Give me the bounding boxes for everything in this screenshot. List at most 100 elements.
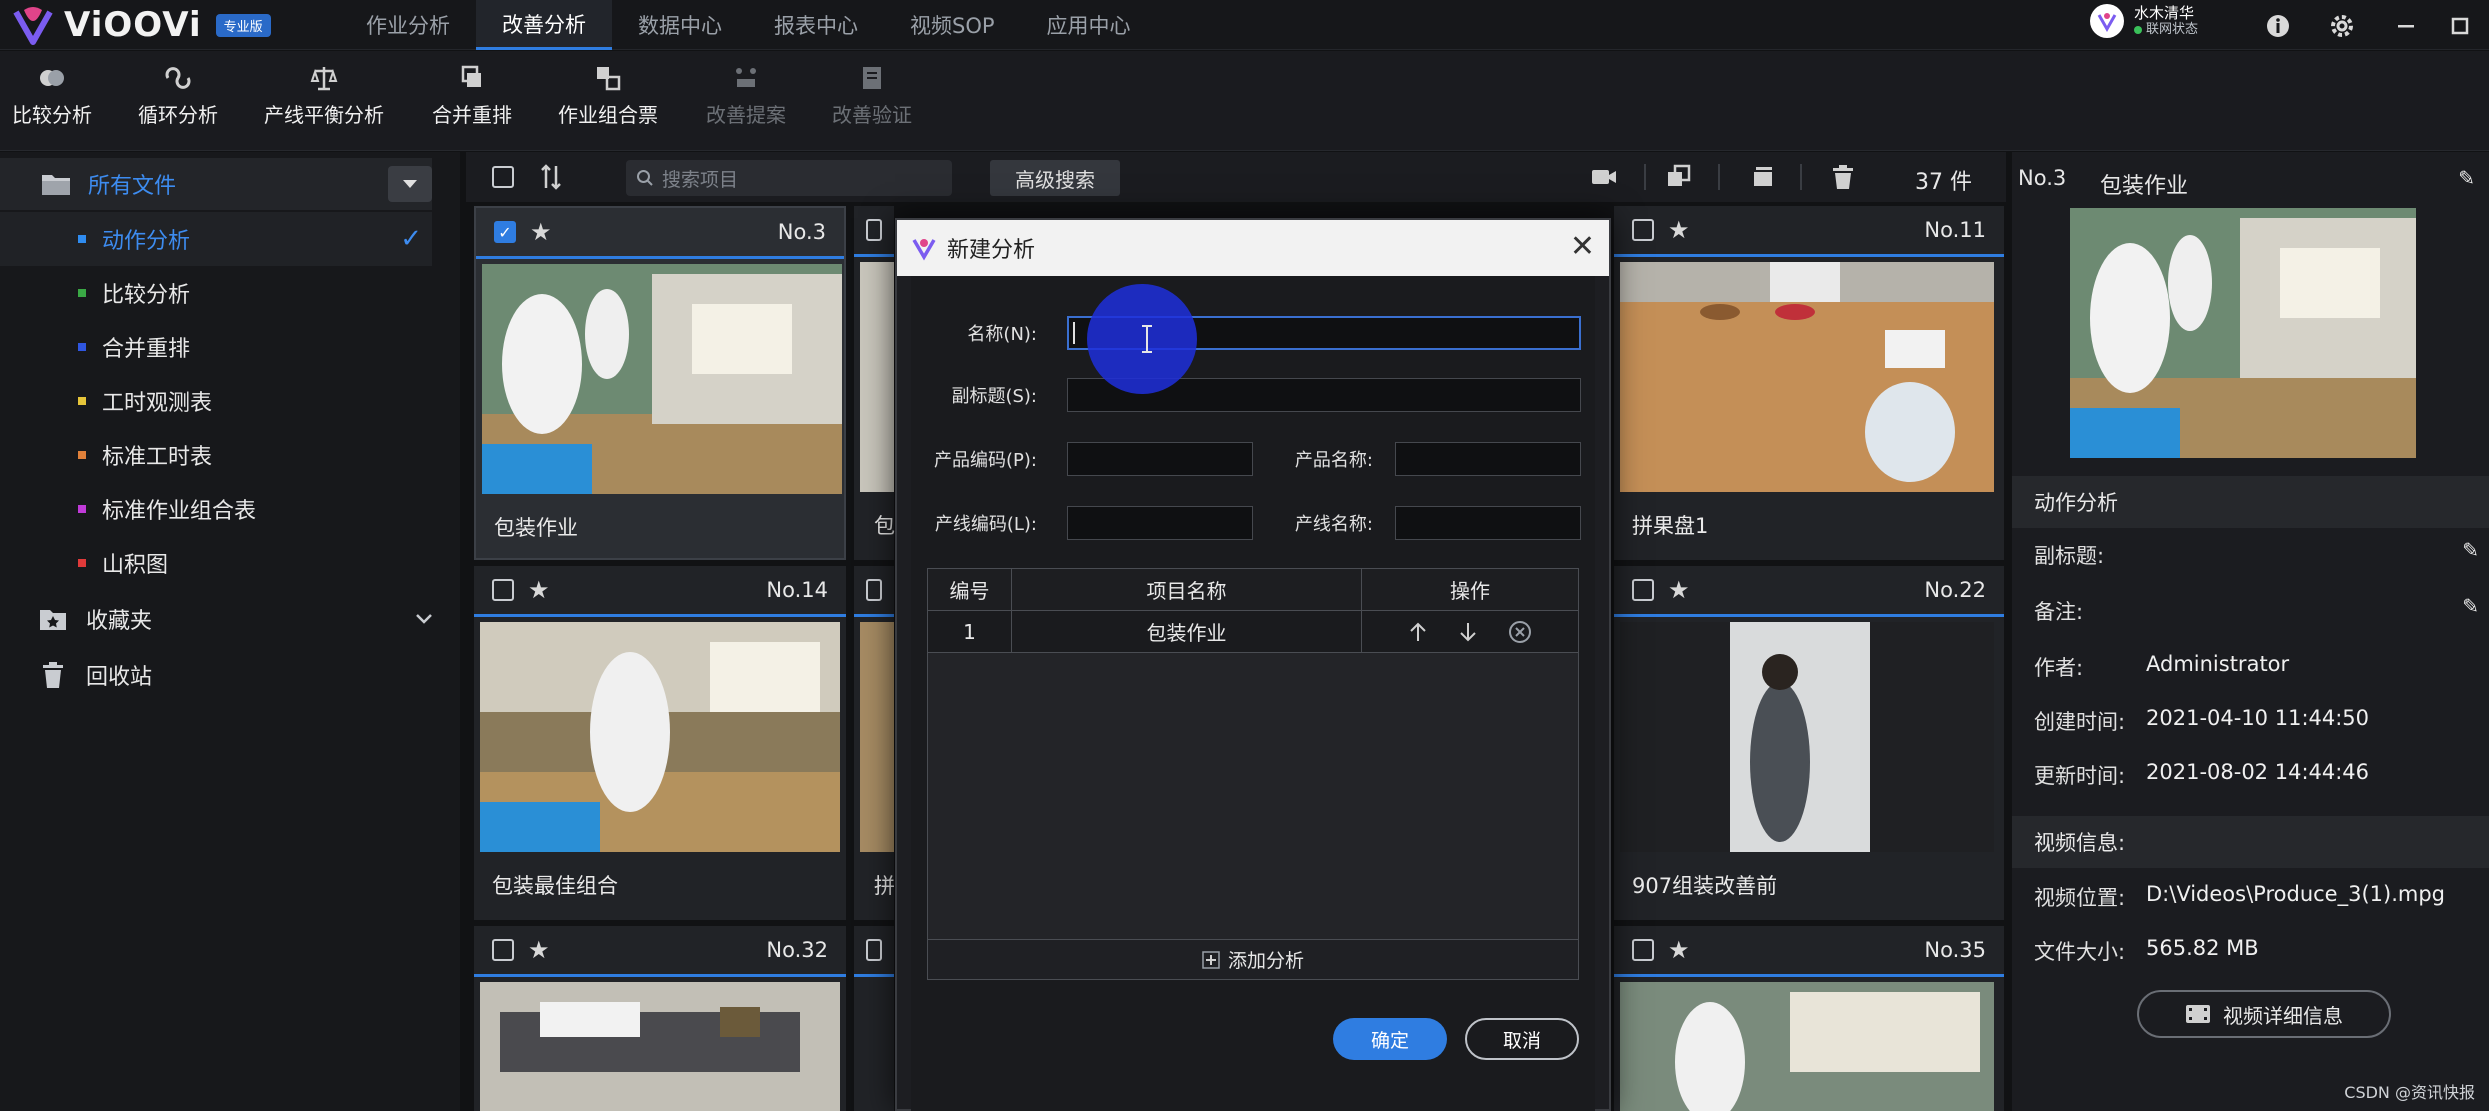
sidebar-item-motion-analysis[interactable]: 动作分析 ✓ [0,212,432,266]
sidebar-item-merge-rearrange[interactable]: 合并重排 [0,320,432,374]
merge-rearrange-button[interactable]: 合并重排 [432,63,512,128]
card-header: ★ No.11 [1614,206,2004,254]
sidebar-trash[interactable]: 回收站 [0,648,460,702]
chevron-down-icon[interactable] [414,612,434,626]
star-icon[interactable]: ★ [1668,576,1690,604]
project-card-no22[interactable]: ★ No.22 907组装改善前 [1614,566,2004,920]
dialog-title: 新建分析 [947,238,1036,263]
card-checkbox[interactable] [866,579,882,601]
video-thumbnail[interactable] [1620,982,1994,1111]
job-combination-ticket-button[interactable]: 作业组合票 [558,63,658,128]
detail-video-thumbnail[interactable] [2070,208,2416,458]
video-camera-icon[interactable] [1590,165,1618,189]
nav-tab-video-sop[interactable]: 视频SOP [884,0,1021,50]
improvement-verification-button[interactable]: 改善验证 [832,63,912,128]
video-thumbnail[interactable] [1620,622,1994,852]
card-checkbox[interactable]: ✓ [494,221,516,243]
project-card-no35[interactable]: ★ No.35 [1614,926,2004,1111]
nav-tab-report-center[interactable]: 报表中心 [748,0,884,50]
compare-analysis-button[interactable]: 比较分析 [12,63,92,128]
move-up-arrow-icon[interactable] [1408,621,1428,643]
video-thumbnail[interactable] [480,622,840,852]
card-checkbox[interactable] [866,219,882,241]
watermark: CSDN @资讯快报 [2344,1083,2475,1102]
sidebar-item-compare-analysis[interactable]: 比较分析 [0,266,432,320]
sidebar-item-yamazumi-chart[interactable]: 山积图 [0,536,432,590]
improvement-proposal-button[interactable]: 改善提案 [706,63,786,128]
merge-rearrange-label: 合并重排 [432,103,512,127]
stack-icon[interactable] [1750,164,1776,190]
line-balance-button[interactable]: 产线平衡分析 [264,63,384,128]
star-icon[interactable]: ★ [528,576,550,604]
category-color-marker [78,235,86,243]
video-thumbnail[interactable] [482,264,842,494]
star-icon[interactable]: ★ [530,218,552,246]
add-analysis-button[interactable]: 添加分析 [928,939,1578,979]
line-name-input[interactable] [1395,506,1581,540]
category-color-marker [78,289,86,297]
star-icon[interactable]: ★ [1668,216,1690,244]
select-all-checkbox[interactable] [492,166,514,188]
edit-subtitle-pencil-icon[interactable]: ✎ [2462,538,2479,562]
product-name-input[interactable] [1395,442,1581,476]
remove-circle-x-icon[interactable] [1508,620,1532,644]
card-checkbox[interactable] [492,579,514,601]
settings-gear-icon[interactable] [2328,12,2356,40]
sort-icon[interactable] [540,164,562,190]
nav-tab-job-analysis[interactable]: 作业分析 [340,0,476,50]
project-card-no11[interactable]: ★ No.11 拼果盘1 [1614,206,2004,560]
project-card-partial[interactable]: 拼 [854,566,895,920]
move-down-arrow-icon[interactable] [1458,621,1478,643]
sidebar-item-time-observation[interactable]: 工时观测表 [0,374,432,428]
minimize-icon[interactable] [2392,12,2420,40]
card-checkbox[interactable] [1632,579,1654,601]
maximize-icon[interactable] [2446,12,2474,40]
video-thumbnail[interactable] [1620,262,1994,492]
category-color-marker [78,397,86,405]
video-thumbnail[interactable] [860,622,894,852]
ok-button[interactable]: 确定 [1333,1018,1447,1060]
project-card-partial[interactable]: 包 [854,206,895,560]
card-checkbox[interactable] [1632,939,1654,961]
edit-title-pencil-icon[interactable]: ✎ [2458,166,2475,190]
project-card-no14[interactable]: ★ No.14 包装最佳组合 [474,566,846,920]
close-icon[interactable]: ✕ [1570,232,1595,262]
advanced-search-button[interactable]: 高级搜索 [990,160,1120,196]
edit-note-pencil-icon[interactable]: ✎ [2462,594,2479,618]
delete-icon[interactable] [1830,164,1856,190]
all-files-folder[interactable]: 所有文件 [0,158,432,210]
nav-tab-improvement-analysis[interactable]: 改善分析 [476,0,612,50]
sidebar-item-label: 标准工时表 [102,445,213,470]
video-thumbnail[interactable] [860,262,894,492]
copy-icon[interactable] [1666,164,1692,190]
folder-dropdown-button[interactable] [388,166,432,202]
project-card-partial[interactable] [854,926,894,1111]
sidebar-favorites[interactable]: 收藏夹 [0,592,460,646]
project-card-no3[interactable]: ✓ ★ No.3 包装作业 [474,206,846,560]
cancel-button[interactable]: 取消 [1465,1018,1579,1060]
line-code-label: 产线编码(L): [934,514,1037,535]
cycle-analysis-button[interactable]: 循环分析 [138,63,218,128]
card-checkbox[interactable] [492,939,514,961]
sidebar-item-standard-time[interactable]: 标准工时表 [0,428,432,482]
nav-tab-app-center[interactable]: 应用中心 [1021,0,1157,50]
table-row[interactable]: 1 包装作业 [928,611,1578,653]
sidebar-item-standard-job-combination[interactable]: 标准作业组合表 [0,482,432,536]
star-icon[interactable]: ★ [1668,936,1690,964]
card-checkbox[interactable] [866,939,882,961]
video-thumbnail[interactable] [480,982,840,1111]
card-header: ✓ ★ No.3 [476,208,844,256]
nav-tab-data-center[interactable]: 数据中心 [612,0,748,50]
info-icon[interactable] [2264,12,2292,40]
card-checkbox[interactable] [1632,219,1654,241]
verification-icon [863,67,881,89]
user-info[interactable]: 水木清华 联网状态 [2090,4,2198,38]
project-search-input[interactable]: 搜索项目 [626,160,952,196]
compare-icon [40,70,64,86]
video-details-button[interactable]: 视频详细信息 [2137,990,2391,1038]
star-icon[interactable]: ★ [528,936,550,964]
project-card-no32[interactable]: ★ No.32 [474,926,846,1111]
line-code-input[interactable] [1067,506,1253,540]
card-number: No.14 [766,578,828,602]
product-code-input[interactable] [1067,442,1253,476]
